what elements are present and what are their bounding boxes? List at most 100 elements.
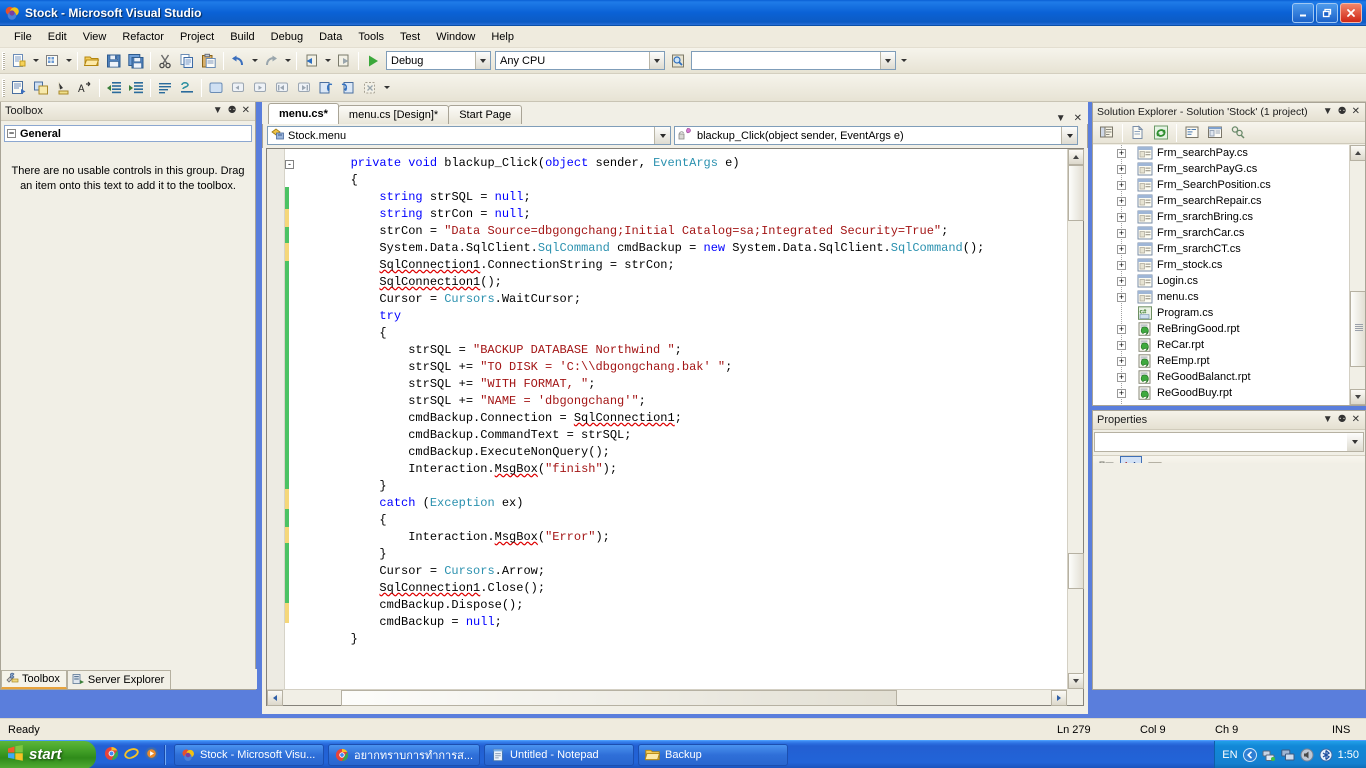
chevron-down-icon[interactable] bbox=[475, 52, 490, 69]
chevron-down-icon[interactable]: ▼ bbox=[1323, 107, 1333, 117]
decrease-indent-icon[interactable] bbox=[103, 77, 125, 99]
new-project-icon[interactable] bbox=[8, 50, 30, 72]
refresh-icon[interactable] bbox=[1150, 122, 1172, 144]
taskbar-item[interactable]: Untitled - Notepad bbox=[484, 743, 635, 766]
taskbar-item[interactable]: Stock - Microsoft Visu... bbox=[174, 743, 324, 766]
chrome-icon[interactable] bbox=[104, 746, 119, 764]
cut-icon[interactable] bbox=[154, 50, 176, 72]
bluetooth-icon[interactable] bbox=[1319, 748, 1333, 762]
class-diagram-icon[interactable] bbox=[1227, 122, 1249, 144]
document-tab-menu-cs-design[interactable]: menu.cs [Design]* bbox=[337, 105, 450, 124]
taskbar-item[interactable]: อยากทราบการทำการส... bbox=[328, 743, 481, 766]
vertical-scroll-thumb-lower[interactable] bbox=[1068, 553, 1084, 589]
comment-icon[interactable] bbox=[154, 77, 176, 99]
tray-language-indicator[interactable]: EN bbox=[1222, 749, 1237, 761]
solution-tree-scrollbar[interactable] bbox=[1349, 145, 1365, 405]
solution-tree[interactable]: + Frm_searchPay.cs + Frm_searchPayG.cs + Frm_… bbox=[1093, 145, 1365, 405]
active-files-chevron-down-icon[interactable]: ▼ bbox=[1056, 114, 1066, 124]
display-object-icon[interactable] bbox=[8, 77, 30, 99]
system-clock[interactable]: 1:50 bbox=[1338, 749, 1359, 761]
chevron-down-icon[interactable]: ▼ bbox=[213, 106, 223, 116]
solution-item-recar-rpt[interactable]: + ReCar.rpt bbox=[1093, 337, 1365, 353]
scroll-down-button[interactable] bbox=[1068, 673, 1084, 689]
solution-platform-combo[interactable]: Any CPU bbox=[495, 51, 665, 70]
toggle-member-icon[interactable] bbox=[30, 77, 52, 99]
undo-icon[interactable] bbox=[227, 50, 249, 72]
code-horizontal-scrollbar[interactable] bbox=[267, 689, 1067, 706]
toggle-all-bookmarks-icon[interactable] bbox=[337, 77, 359, 99]
expand-icon[interactable]: + bbox=[1117, 212, 1126, 222]
solution-scroll-thumb[interactable] bbox=[1350, 291, 1365, 367]
solution-item-frm-searchpayg-cs[interactable]: + Frm_searchPayG.cs bbox=[1093, 161, 1365, 177]
pin-icon[interactable]: ⚉ bbox=[228, 106, 237, 116]
properties-grid[interactable] bbox=[1093, 463, 1365, 689]
close-icon[interactable]: ✕ bbox=[242, 106, 250, 116]
tab-toolbox[interactable]: Toolbox bbox=[1, 670, 67, 689]
solution-item-menu-cs[interactable]: + menu.cs bbox=[1093, 289, 1365, 305]
member-combo[interactable]: blackup_Click(object sender, EventArgs e… bbox=[674, 126, 1078, 145]
navigate-forward-icon[interactable] bbox=[333, 50, 355, 72]
expand-icon[interactable]: + bbox=[1117, 340, 1126, 350]
menu-test[interactable]: Test bbox=[392, 29, 428, 45]
expand-icon[interactable]: + bbox=[1117, 244, 1126, 254]
expand-icon[interactable]: + bbox=[1117, 260, 1126, 270]
properties-object-combo[interactable] bbox=[1094, 432, 1364, 452]
menu-view[interactable]: View bbox=[75, 29, 115, 45]
document-tab-start-page[interactable]: Start Page bbox=[448, 105, 523, 124]
scroll-up-button[interactable] bbox=[1068, 149, 1084, 165]
menu-data[interactable]: Data bbox=[311, 29, 350, 45]
close-icon[interactable]: ✕ bbox=[1352, 415, 1360, 425]
scroll-left-button[interactable] bbox=[267, 689, 283, 706]
code-editor[interactable]: - private void blackup_Click(object send… bbox=[266, 148, 1084, 706]
toolbar-overflow-icon[interactable] bbox=[381, 77, 392, 99]
menu-debug[interactable]: Debug bbox=[263, 29, 311, 45]
solution-item-frm-searchrepair-cs[interactable]: + Frm_searchRepair.cs bbox=[1093, 193, 1365, 209]
expand-icon[interactable]: + bbox=[1117, 148, 1126, 158]
toolbox-group-general[interactable]: − General bbox=[4, 125, 252, 142]
redo-icon[interactable] bbox=[260, 50, 282, 72]
new-project-dropdown-icon[interactable] bbox=[30, 50, 41, 72]
pin-icon[interactable]: ⚉ bbox=[1338, 415, 1347, 425]
maximize-restore-button[interactable] bbox=[1316, 2, 1338, 23]
expand-icon[interactable]: + bbox=[1117, 196, 1126, 206]
code-text-area[interactable]: private void blackup_Click(object sender… bbox=[289, 149, 1067, 689]
volume-icon[interactable] bbox=[1300, 748, 1314, 762]
close-document-icon[interactable]: ✕ bbox=[1074, 114, 1082, 124]
minimize-button[interactable] bbox=[1292, 2, 1314, 23]
copy-icon[interactable] bbox=[176, 50, 198, 72]
expand-icon[interactable]: + bbox=[1117, 180, 1126, 190]
solution-item-reemp-rpt[interactable]: + ReEmp.rpt bbox=[1093, 353, 1365, 369]
toolbar-overflow-icon[interactable] bbox=[898, 50, 909, 72]
new-window-icon[interactable] bbox=[205, 77, 227, 99]
class-combo[interactable]: Stock.menu bbox=[267, 126, 671, 145]
chevron-down-icon[interactable]: ▼ bbox=[1323, 415, 1333, 425]
expand-icon[interactable]: + bbox=[1117, 388, 1126, 398]
solution-item-frm-stock-cs[interactable]: + Frm_stock.cs bbox=[1093, 257, 1365, 273]
menu-help[interactable]: Help bbox=[483, 29, 522, 45]
solution-item-frm-srarchbring-cs[interactable]: + Frm_srarchBring.cs bbox=[1093, 209, 1365, 225]
menu-edit[interactable]: Edit bbox=[40, 29, 75, 45]
show-hidden-icons-chevron[interactable] bbox=[1242, 747, 1257, 762]
display-icon[interactable] bbox=[1280, 748, 1295, 762]
solution-item-login-cs[interactable]: + Login.cs bbox=[1093, 273, 1365, 289]
pin-icon[interactable]: ⚉ bbox=[1338, 107, 1347, 117]
open-file-icon[interactable] bbox=[81, 50, 103, 72]
find-in-files-icon[interactable] bbox=[667, 50, 689, 72]
toolbar-grip[interactable] bbox=[2, 51, 5, 70]
document-tab-menu-cs[interactable]: menu.cs* bbox=[268, 103, 339, 124]
taskbar-item[interactable]: Backup bbox=[638, 743, 789, 766]
menu-project[interactable]: Project bbox=[172, 29, 222, 45]
start-debug-icon[interactable] bbox=[362, 50, 384, 72]
solution-item-program-cs[interactable]: c# Program.cs bbox=[1093, 305, 1365, 321]
close-icon[interactable]: ✕ bbox=[1352, 107, 1360, 117]
view-code-icon[interactable] bbox=[1181, 122, 1203, 144]
internet-explorer-icon[interactable]: e bbox=[124, 746, 139, 764]
menu-file[interactable]: File bbox=[6, 29, 40, 45]
close-button[interactable] bbox=[1340, 2, 1362, 23]
show-all-files-icon[interactable] bbox=[1127, 122, 1149, 144]
media-player-icon[interactable] bbox=[144, 746, 159, 764]
expand-icon[interactable]: + bbox=[1117, 324, 1126, 334]
properties-window-icon[interactable] bbox=[1096, 122, 1118, 144]
find-combo[interactable] bbox=[691, 51, 896, 70]
scroll-right-button[interactable] bbox=[1051, 689, 1067, 706]
